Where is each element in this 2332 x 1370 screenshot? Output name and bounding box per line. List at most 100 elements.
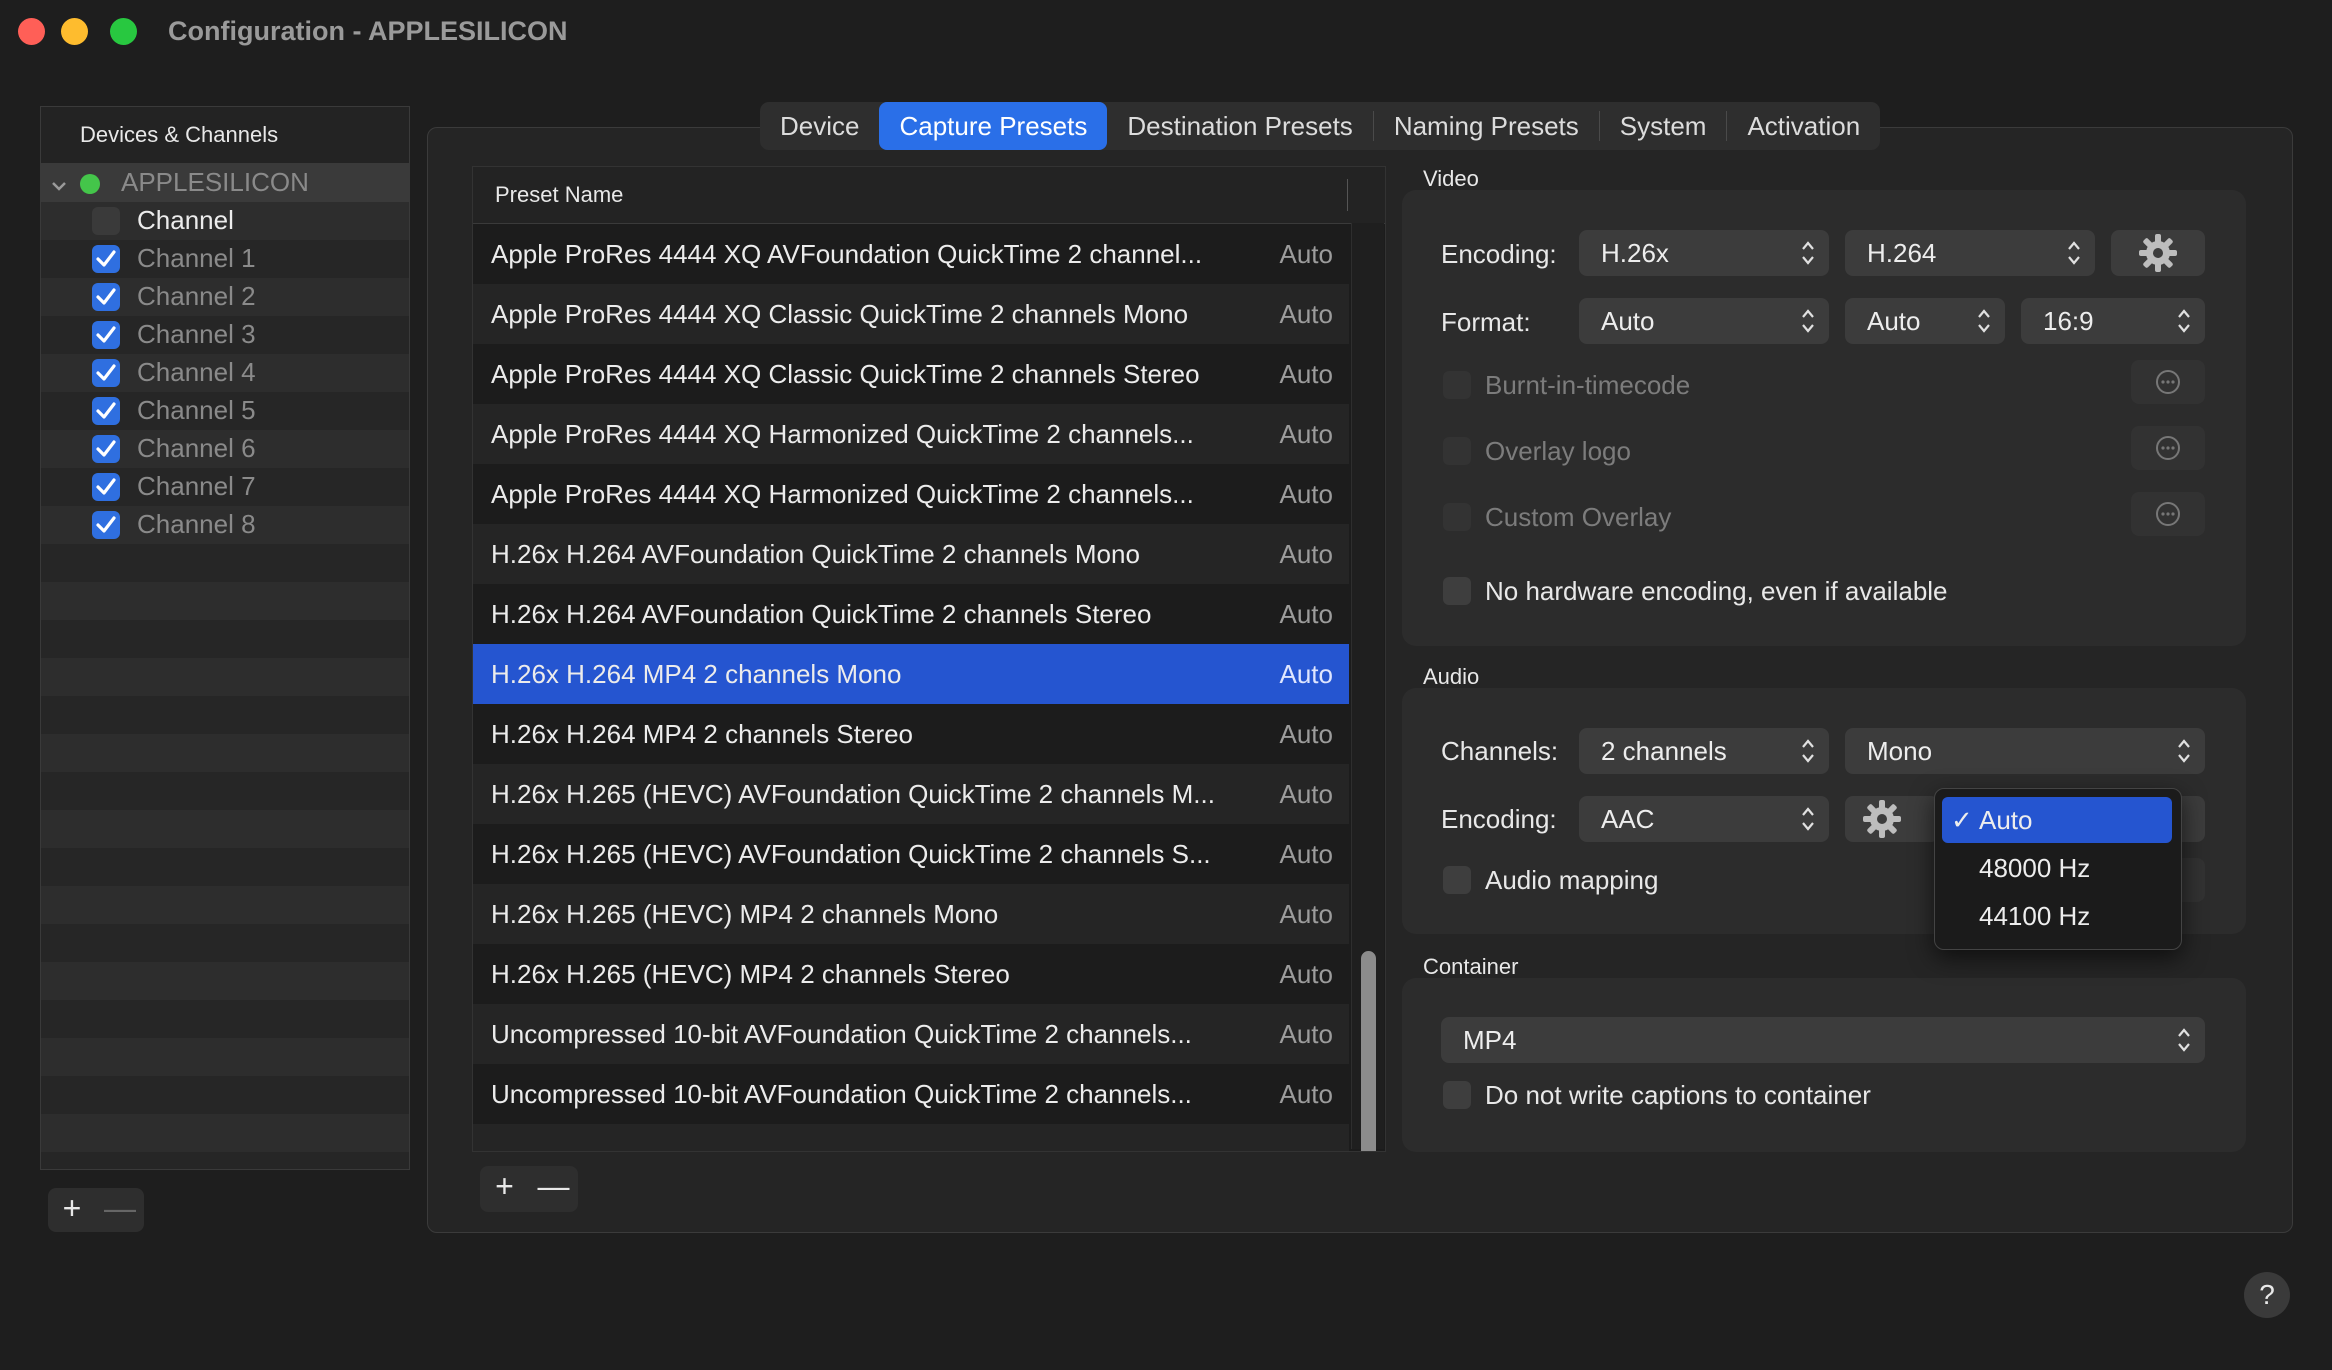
preset-row[interactable]: H.26x H.264 MP4 2 channels Mono Auto	[473, 644, 1349, 704]
sidebar-item-channel[interactable]: Channel 8	[41, 506, 409, 544]
audio-encoding-popup[interactable]: AAC	[1579, 796, 1829, 842]
audio-settings-button[interactable]	[1845, 796, 1939, 842]
sample-rate-option-auto[interactable]: ✓ Auto	[1942, 797, 2172, 843]
no-captions-checkbox[interactable]	[1443, 1081, 1471, 1109]
video-format-popup-1[interactable]: Auto	[1579, 298, 1829, 344]
sidebar-item-channel[interactable]: Channel	[41, 202, 409, 240]
preset-table: Preset Name Apple ProRes 4444 XQ AVFound…	[472, 166, 1386, 1152]
empty-row	[41, 620, 409, 658]
remove-preset-button[interactable]: —	[529, 1168, 578, 1205]
close-button[interactable]	[18, 18, 45, 45]
add-channel-button[interactable]: +	[48, 1190, 96, 1227]
column-divider	[1347, 179, 1348, 211]
sidebar-item-channel[interactable]: Channel 1	[41, 240, 409, 278]
preset-scrollbar[interactable]	[1351, 223, 1384, 1151]
no-hardware-encoding-checkbox[interactable]	[1443, 577, 1471, 605]
sidebar-item-channel[interactable]: Channel 7	[41, 468, 409, 506]
zoom-button[interactable]	[110, 18, 137, 45]
sample-rate-option-44100[interactable]: 44100 Hz	[1942, 893, 2172, 939]
tab-activation[interactable]: Activation	[1727, 102, 1880, 150]
devices-channels-header: Devices & Channels	[41, 107, 409, 164]
preset-row[interactable]: H.26x H.264 AVFoundation QuickTime 2 cha…	[473, 584, 1349, 644]
empty-row	[41, 1076, 409, 1114]
sample-rate-option-label: Auto	[1979, 805, 2033, 835]
overlay-logo-options-button[interactable]	[2131, 426, 2205, 470]
preset-row[interactable]: H.26x H.265 (HEVC) MP4 2 channels Stereo…	[473, 944, 1349, 1004]
preset-name: Uncompressed 10-bit AVFoundation QuickTi…	[491, 1079, 1192, 1109]
chevron-down-icon[interactable]	[49, 172, 69, 203]
video-format-popup-2[interactable]: Auto	[1845, 298, 2005, 344]
preset-row[interactable]: Apple ProRes 4444 XQ Harmonized QuickTim…	[473, 404, 1349, 464]
preset-row[interactable]: Apple ProRes 4444 XQ AVFoundation QuickT…	[473, 224, 1349, 284]
preset-name: H.26x H.264 AVFoundation QuickTime 2 cha…	[491, 599, 1152, 629]
channel-checkbox[interactable]	[92, 245, 120, 273]
burnt-in-options-button[interactable]	[2131, 360, 2205, 404]
device-row[interactable]: APPLESILICON	[41, 164, 409, 202]
sample-rate-option-48000[interactable]: 48000 Hz	[1942, 845, 2172, 891]
sidebar-item-channel[interactable]: Channel 5	[41, 392, 409, 430]
channel-label: Channel 8	[137, 509, 256, 539]
sidebar-item-channel[interactable]: Channel 4	[41, 354, 409, 392]
window-title: Configuration - APPLESILICON	[168, 16, 568, 46]
channel-checkbox[interactable]	[92, 435, 120, 463]
preset-row[interactable]: H.26x H.264 MP4 2 channels Stereo Auto	[473, 704, 1349, 764]
help-button[interactable]: ?	[2244, 1272, 2290, 1318]
preset-name-column-header[interactable]: Preset Name	[473, 167, 1385, 224]
channel-checkbox[interactable]	[92, 283, 120, 311]
up-down-arrows-icon	[2068, 241, 2080, 265]
preset-row[interactable]: Uncompressed 10-bit AVFoundation QuickTi…	[473, 1064, 1349, 1124]
sidebar-item-channel[interactable]: Channel 2	[41, 278, 409, 316]
empty-row	[41, 886, 409, 924]
channel-label: Channel 6	[137, 433, 256, 463]
audio-mode-popup[interactable]: Mono	[1845, 728, 2205, 774]
preset-value: Auto	[1279, 959, 1334, 989]
burnt-in-timecode-checkbox[interactable]	[1443, 371, 1471, 399]
video-encoding-family-popup[interactable]: H.26x	[1579, 230, 1829, 276]
custom-overlay-options-button[interactable]	[2131, 492, 2205, 536]
preset-row[interactable]: H.26x H.265 (HEVC) AVFoundation QuickTim…	[473, 764, 1349, 824]
checkmark-icon	[96, 288, 116, 305]
add-preset-button[interactable]: +	[480, 1168, 529, 1205]
video-codec-popup[interactable]: H.264	[1845, 230, 2095, 276]
custom-overlay-checkbox[interactable]	[1443, 503, 1471, 531]
channel-checkbox[interactable]	[92, 511, 120, 539]
audio-mapping-checkbox[interactable]	[1443, 866, 1471, 894]
video-format-label: Format:	[1441, 307, 1531, 337]
minimize-button[interactable]	[61, 18, 88, 45]
tab-naming-presets[interactable]: Naming Presets	[1374, 102, 1599, 150]
sidebar-item-channel[interactable]: Channel 3	[41, 316, 409, 354]
video-format-value-2: Auto	[1867, 306, 1921, 336]
tab-device[interactable]: Device	[760, 102, 879, 150]
tab-capture-presets[interactable]: Capture Presets	[879, 102, 1108, 150]
preset-value: Auto	[1279, 299, 1334, 329]
tab-destination-presets[interactable]: Destination Presets	[1107, 102, 1372, 150]
channel-checkbox[interactable]	[92, 359, 120, 387]
channel-checkbox[interactable]	[92, 473, 120, 501]
preset-row[interactable]: H.26x H.264 AVFoundation QuickTime 2 cha…	[473, 524, 1349, 584]
video-aspect-popup[interactable]: 16:9	[2021, 298, 2205, 344]
custom-overlay-label: Custom Overlay	[1485, 502, 1672, 532]
audio-encoding-label: Encoding:	[1441, 804, 1557, 834]
preset-value: Auto	[1279, 419, 1334, 449]
container-format-popup[interactable]: MP4	[1441, 1017, 2205, 1063]
channel-checkbox[interactable]	[92, 321, 120, 349]
empty-row	[41, 962, 409, 1000]
preset-scroll-thumb[interactable]	[1361, 951, 1376, 1151]
sidebar-item-channel[interactable]: Channel 6	[41, 430, 409, 468]
tab-system[interactable]: System	[1600, 102, 1727, 150]
preset-row[interactable]: H.26x H.265 (HEVC) MP4 2 channels Mono Au…	[473, 884, 1349, 944]
remove-channel-button[interactable]: —	[96, 1190, 144, 1227]
overlay-logo-checkbox[interactable]	[1443, 437, 1471, 465]
channel-checkbox[interactable]	[92, 207, 120, 235]
preset-value: Auto	[1279, 839, 1334, 869]
audio-channels-popup[interactable]: 2 channels	[1579, 728, 1829, 774]
empty-row	[41, 772, 409, 810]
preset-row[interactable]: Apple ProRes 4444 XQ Classic QuickTime 2…	[473, 284, 1349, 344]
preset-row[interactable]: Uncompressed 10-bit AVFoundation QuickTi…	[473, 1004, 1349, 1064]
video-settings-button[interactable]	[2111, 230, 2205, 276]
preset-row[interactable]: Apple ProRes 4444 XQ Classic QuickTime 2…	[473, 344, 1349, 404]
preset-row[interactable]: Apple ProRes 4444 XQ Harmonized QuickTim…	[473, 464, 1349, 524]
device-name: APPLESILICON	[121, 167, 309, 197]
channel-checkbox[interactable]	[92, 397, 120, 425]
preset-row[interactable]: H.26x H.265 (HEVC) AVFoundation QuickTim…	[473, 824, 1349, 884]
